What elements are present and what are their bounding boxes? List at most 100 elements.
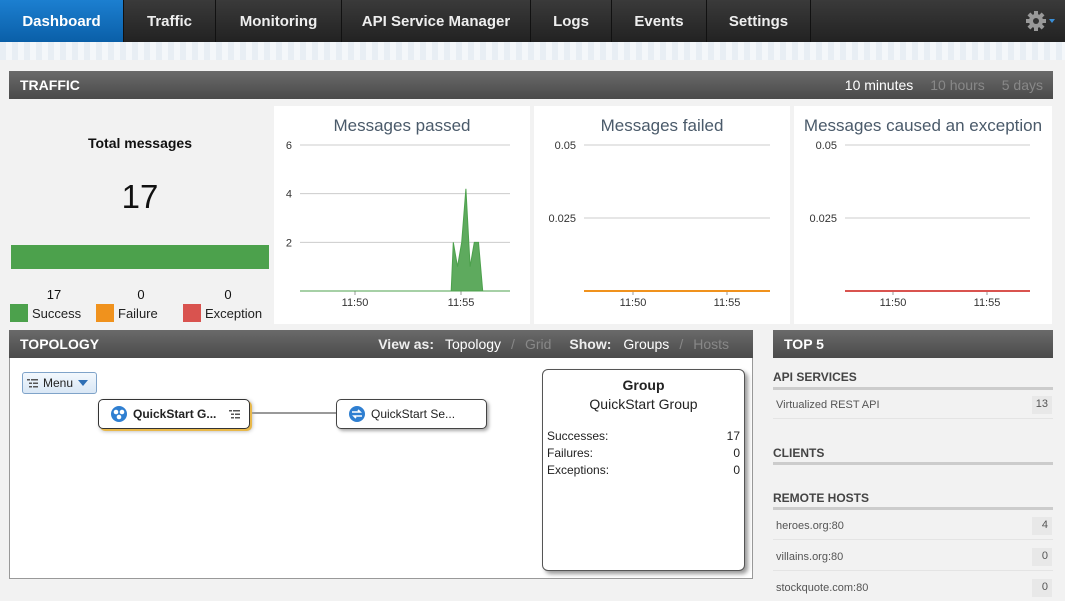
total-messages-value: 17 — [121, 178, 159, 215]
item-label: stockquote.com:80 — [776, 581, 869, 594]
top5-header: TOP 5 — [773, 330, 1053, 358]
node-menu-icon[interactable] — [229, 409, 241, 419]
traffic-title: TRAFFIC — [20, 77, 80, 93]
time-range-selector: 10 minutes 10 hours 5 days — [845, 71, 1043, 99]
item-label: Virtualized REST API — [776, 398, 880, 411]
tab-logs[interactable]: Logs — [531, 0, 612, 42]
topology-node-service[interactable]: QuickStart Se... — [336, 399, 487, 429]
clients-section: CLIENTS — [773, 446, 1053, 466]
view-topology-option[interactable]: Topology — [445, 336, 501, 352]
traffic-header: TRAFFIC 10 minutes 10 hours 5 days — [9, 71, 1053, 99]
view-as-label: View as: — [378, 336, 434, 352]
topology-canvas: Menu QuickStart G... QuickStart Se... Gr… — [9, 358, 753, 579]
item-label: heroes.org:80 — [776, 519, 844, 532]
x-tick-label: 11:55 — [974, 297, 1001, 309]
list-item[interactable]: stockquote.com:80 0 — [773, 574, 1053, 601]
range-10-hours[interactable]: 10 hours — [930, 77, 984, 93]
y-tick-label: 2 — [286, 237, 292, 249]
group-info-panel: Group QuickStart Group Successes: 17 Fai… — [542, 369, 745, 571]
show-hosts-option[interactable]: Hosts — [693, 336, 729, 352]
group-icon — [111, 406, 127, 422]
series-area — [300, 188, 510, 292]
total-messages-bar — [11, 245, 269, 269]
gear-icon — [1026, 11, 1055, 31]
x-tick-label: 11:50 — [880, 297, 907, 309]
y-tick-label: 0.025 — [548, 213, 576, 225]
info-title: Group — [622, 377, 665, 393]
x-tick-label: 11:50 — [620, 297, 647, 309]
divider — [773, 387, 1053, 390]
chart-messages-exception: Messages caused an exception 0.05 0.025 11… — [794, 106, 1052, 324]
separator: / — [511, 336, 515, 352]
divider — [773, 507, 1053, 510]
list-item[interactable]: heroes.org:80 4 — [773, 512, 1053, 540]
x-tick-label: 11:50 — [342, 297, 369, 309]
tab-settings[interactable]: Settings — [707, 0, 811, 42]
info-subtitle: QuickStart Group — [589, 396, 698, 412]
legend-success-count: 17 — [46, 287, 62, 302]
y-tick-label: 0.05 — [555, 140, 576, 152]
info-row-exceptions: Exceptions: 0 — [547, 463, 740, 477]
tab-monitoring[interactable]: Monitoring — [216, 0, 342, 42]
chevron-down-icon — [1049, 19, 1055, 23]
info-label: Successes: — [547, 429, 609, 443]
tab-dashboard[interactable]: Dashboard — [0, 0, 124, 49]
total-messages-panel: Total messages 17 17 Success 0 Failure 0… — [9, 100, 271, 326]
legend-success: 17 Success — [10, 287, 100, 322]
node-label: QuickStart Se... — [371, 407, 456, 421]
y-tick-label: 0.05 — [816, 140, 837, 152]
tab-traffic[interactable]: Traffic — [124, 0, 216, 42]
range-5-days[interactable]: 5 days — [1002, 77, 1043, 93]
range-10-minutes[interactable]: 10 minutes — [845, 77, 913, 93]
divider — [773, 462, 1053, 465]
info-label: Failures: — [547, 446, 594, 460]
chart-messages-failed: Messages failed 0.05 0.025 11:50 11:55 — [534, 106, 790, 324]
topology-header: TOPOLOGY View as: Topology / Grid Show: … — [9, 330, 753, 358]
header-stripe — [0, 42, 1065, 60]
legend-exception-count: 0 — [224, 287, 232, 302]
info-value: 0 — [733, 446, 740, 460]
info-row-failures: Failures: 0 — [547, 446, 740, 460]
info-label: Exceptions: — [547, 463, 610, 477]
remote-hosts-title: REMOTE HOSTS — [773, 491, 870, 505]
failure-swatch — [96, 304, 114, 322]
node-label: QuickStart G... — [133, 407, 217, 421]
item-label: villains.org:80 — [776, 550, 844, 563]
list-item[interactable]: Virtualized REST API 13 — [773, 391, 1053, 419]
remote-hosts-section: REMOTE HOSTS — [773, 491, 1053, 511]
chart-plot: 0.05 0.025 11:50 11:55 — [809, 140, 1030, 309]
total-messages-title: Total messages — [87, 135, 192, 151]
tab-events[interactable]: Events — [612, 0, 707, 42]
info-value: 17 — [726, 429, 740, 443]
legend-failure-count: 0 — [137, 287, 145, 302]
legend-failure: 0 Failure — [96, 287, 186, 322]
list-item[interactable]: villains.org:80 0 — [773, 543, 1053, 571]
success-swatch — [10, 304, 28, 322]
legend-exception-label: Exception — [205, 305, 263, 321]
separator: / — [679, 336, 684, 352]
exception-swatch — [183, 304, 201, 322]
x-tick-label: 11:55 — [448, 297, 475, 309]
legend-success-label: Success — [32, 305, 82, 321]
y-tick-label: 4 — [286, 189, 292, 201]
item-count: 13 — [1032, 396, 1052, 414]
topology-title: TOPOLOGY — [20, 336, 100, 352]
api-services-section: API SERVICES — [773, 370, 1053, 390]
topology-node-group[interactable]: QuickStart G... — [98, 399, 250, 429]
topology-view-controls: View as: Topology / Grid Show: Groups / … — [378, 330, 753, 358]
view-grid-option[interactable]: Grid — [525, 336, 551, 352]
chart-plot: 0.05 0.025 11:50 11:55 — [548, 140, 770, 309]
tab-api-service-manager[interactable]: API Service Manager — [342, 0, 531, 42]
y-tick-label: 0.025 — [809, 213, 837, 225]
top-navigation: Dashboard Traffic Monitoring API Service… — [0, 0, 1065, 49]
show-groups-option[interactable]: Groups — [623, 336, 669, 352]
item-count: 0 — [1032, 548, 1052, 566]
settings-menu-button[interactable] — [1025, 9, 1057, 33]
service-icon — [349, 406, 365, 422]
top5-title: TOP 5 — [784, 336, 824, 352]
item-count: 4 — [1032, 517, 1052, 535]
item-count: 0 — [1032, 579, 1052, 597]
api-services-title: API SERVICES — [773, 370, 857, 384]
y-tick-label: 6 — [286, 140, 292, 152]
legend-failure-label: Failure — [118, 305, 158, 321]
